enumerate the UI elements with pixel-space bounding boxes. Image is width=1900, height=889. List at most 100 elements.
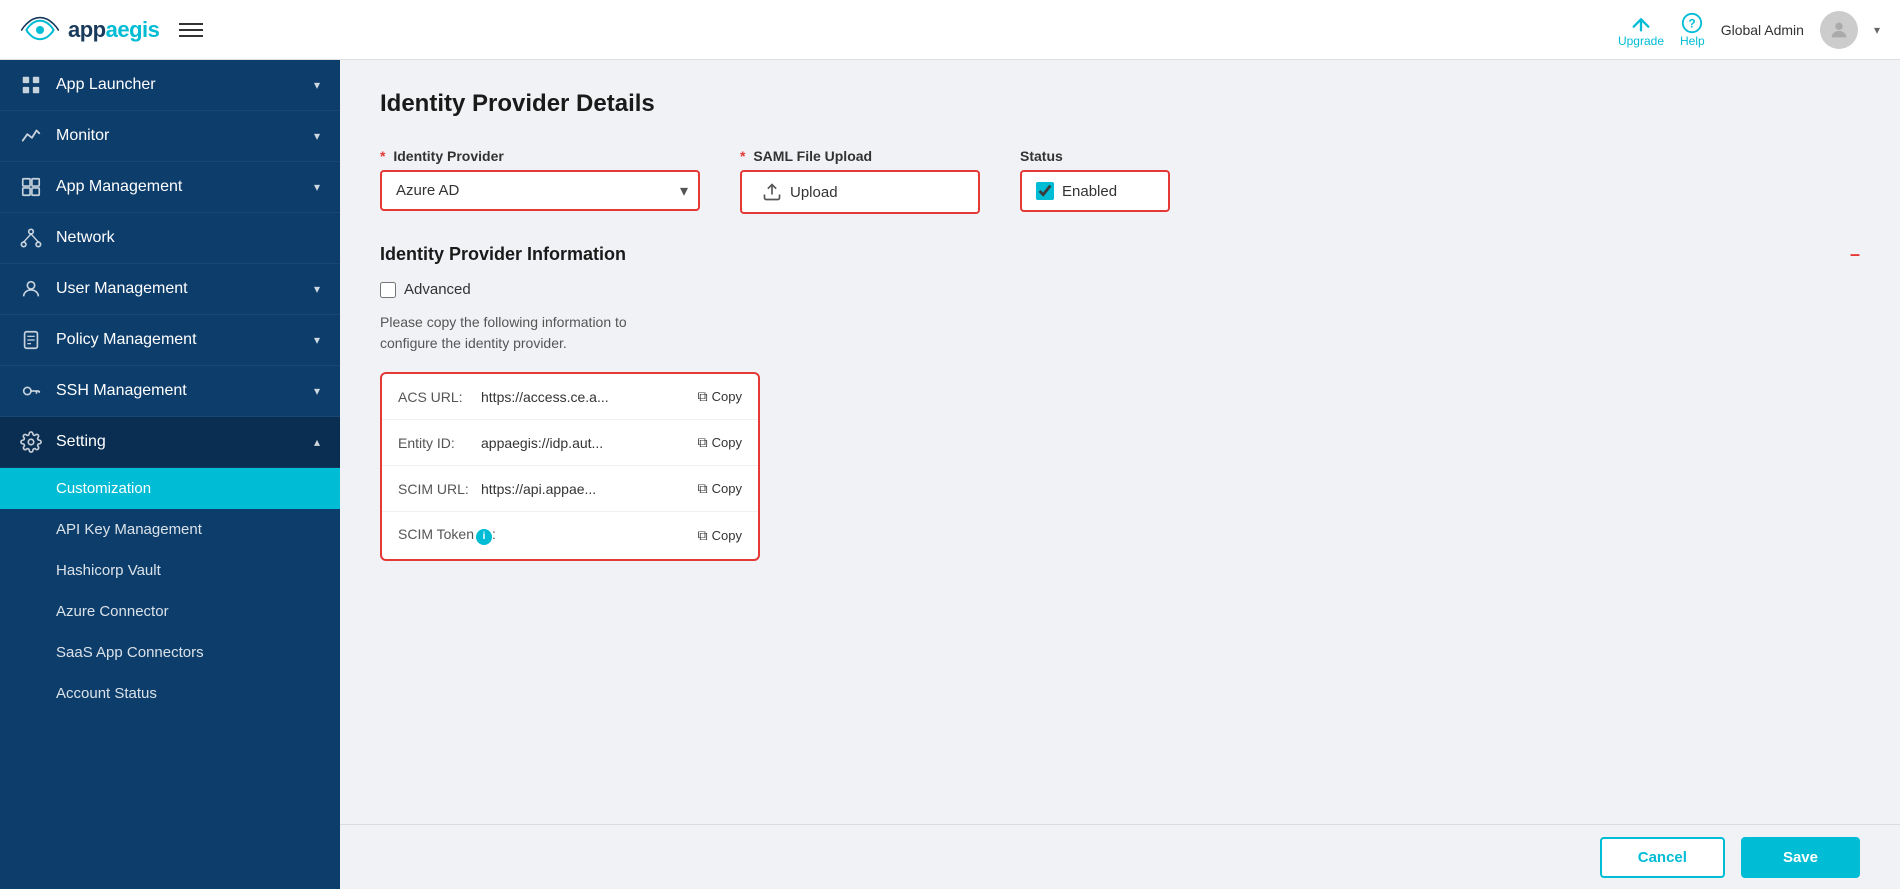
sidebar-label-network: Network bbox=[56, 229, 115, 247]
info-section: Identity Provider Information – Advanced… bbox=[380, 244, 1860, 561]
network-icon bbox=[20, 227, 42, 249]
logo: appaegis bbox=[20, 16, 159, 44]
chevron-icon-ssh-management: ▾ bbox=[314, 384, 320, 398]
header-left: appaegis bbox=[20, 16, 203, 44]
sidebar-sub-item-saas-app-connectors[interactable]: SaaS App Connectors bbox=[0, 632, 340, 673]
copy-icon-entity: ⧉ bbox=[698, 434, 708, 451]
copy-icon-scim-url: ⧉ bbox=[698, 480, 708, 497]
help-button[interactable]: ? Help bbox=[1680, 12, 1705, 48]
status-field: Status Enabled bbox=[1020, 148, 1170, 212]
acs-url-value: https://access.ce.a... bbox=[481, 389, 690, 405]
copy-icon-acs: ⧉ bbox=[698, 388, 708, 405]
sidebar-label-policy-management: Policy Management bbox=[56, 331, 197, 349]
status-checkbox[interactable] bbox=[1036, 182, 1054, 200]
saml-file-upload-label: * SAML File Upload bbox=[740, 148, 980, 164]
acs-url-row: ACS URL: https://access.ce.a... ⧉ Copy bbox=[382, 374, 758, 420]
scim-token-copy-button[interactable]: ⧉ Copy bbox=[698, 527, 742, 544]
sidebar-sub-item-api-key-management[interactable]: API Key Management bbox=[0, 509, 340, 550]
sidebar-item-ssh-management[interactable]: SSH Management ▾ bbox=[0, 366, 340, 417]
avatar-icon bbox=[1828, 19, 1850, 41]
scim-token-row: SCIM Tokeni: ⧉ Copy bbox=[382, 512, 758, 559]
avatar[interactable] bbox=[1820, 11, 1858, 49]
sidebar-sub-item-customization[interactable]: Customization bbox=[0, 468, 340, 509]
header: appaegis Upgrade ? Help Global Admin bbox=[0, 0, 1900, 60]
identity-provider-select-wrapper: Azure AD Okta OneLogin Google ▾ bbox=[380, 170, 700, 211]
account-chevron[interactable]: ▾ bbox=[1874, 23, 1880, 37]
sidebar-label-monitor: Monitor bbox=[56, 127, 109, 145]
advanced-row: Advanced bbox=[380, 281, 1860, 298]
header-right: Upgrade ? Help Global Admin ▾ bbox=[1618, 11, 1880, 49]
logo-text: appaegis bbox=[68, 17, 159, 43]
scim-token-info-icon: i bbox=[476, 529, 492, 545]
entity-id-copy-button[interactable]: ⧉ Copy bbox=[698, 434, 742, 451]
form-row-1: * Identity Provider Azure AD Okta OneLog… bbox=[380, 148, 1860, 214]
main-content: Identity Provider Details * Identity Pro… bbox=[340, 60, 1900, 824]
sidebar-item-setting[interactable]: Setting ▴ bbox=[0, 417, 340, 468]
cancel-button[interactable]: Cancel bbox=[1600, 837, 1725, 878]
page-title: Identity Provider Details bbox=[380, 90, 1860, 118]
global-admin-text: Global Admin bbox=[1721, 22, 1804, 38]
upload-button[interactable]: Upload bbox=[740, 170, 980, 214]
entity-id-key: Entity ID: bbox=[398, 435, 473, 451]
chart-icon bbox=[20, 125, 42, 147]
sidebar-label-app-management: App Management bbox=[56, 178, 182, 196]
saml-file-upload-field: * SAML File Upload Upload bbox=[740, 148, 980, 214]
identity-provider-select[interactable]: Azure AD Okta OneLogin Google bbox=[380, 170, 700, 211]
upload-icon bbox=[762, 182, 782, 202]
sidebar: App Launcher ▾ Monitor ▾ bbox=[0, 60, 340, 889]
grid-icon bbox=[20, 74, 42, 96]
sidebar-item-app-launcher[interactable]: App Launcher ▾ bbox=[0, 60, 340, 111]
sidebar-item-monitor[interactable]: Monitor ▾ bbox=[0, 111, 340, 162]
form-section: * Identity Provider Azure AD Okta OneLog… bbox=[380, 148, 1860, 561]
main-layout: App Launcher ▾ Monitor ▾ bbox=[0, 60, 1900, 889]
sidebar-sub-item-hashicorp-vault[interactable]: Hashicorp Vault bbox=[0, 550, 340, 591]
chevron-icon-setting: ▴ bbox=[314, 435, 320, 449]
logo-accent: aegis bbox=[106, 17, 160, 42]
sidebar-sub-item-azure-connector[interactable]: Azure Connector bbox=[0, 591, 340, 632]
scim-url-copy-button[interactable]: ⧉ Copy bbox=[698, 480, 742, 497]
upgrade-button[interactable]: Upgrade bbox=[1618, 12, 1664, 48]
scim-url-key: SCIM URL: bbox=[398, 481, 473, 497]
sidebar-label-ssh-management: SSH Management bbox=[56, 382, 187, 400]
scim-token-key: SCIM Tokeni: bbox=[398, 526, 496, 545]
user-icon bbox=[20, 278, 42, 300]
status-label: Status bbox=[1020, 148, 1170, 164]
sidebar-item-policy-management[interactable]: Policy Management ▾ bbox=[0, 315, 340, 366]
advanced-checkbox[interactable] bbox=[380, 282, 396, 298]
entity-id-value: appaegis://idp.aut... bbox=[481, 435, 690, 451]
save-button[interactable]: Save bbox=[1741, 837, 1860, 878]
sidebar-sub-item-account-status[interactable]: Account Status bbox=[0, 673, 340, 714]
sidebar-item-app-management[interactable]: App Management ▾ bbox=[0, 162, 340, 213]
chevron-icon-user-management: ▾ bbox=[314, 282, 320, 296]
gear-icon bbox=[20, 431, 42, 453]
sidebar-label-app-launcher: App Launcher bbox=[56, 76, 156, 94]
sidebar-item-user-management[interactable]: User Management ▾ bbox=[0, 264, 340, 315]
scim-url-row: SCIM URL: https://api.appae... ⧉ Copy bbox=[382, 466, 758, 512]
copy-icon-scim-token: ⧉ bbox=[698, 527, 708, 544]
hamburger-menu[interactable] bbox=[179, 23, 203, 37]
chevron-icon-policy-management: ▾ bbox=[314, 333, 320, 347]
identity-provider-label: * Identity Provider bbox=[380, 148, 700, 164]
help-label: Help bbox=[1680, 34, 1705, 48]
key-icon bbox=[20, 380, 42, 402]
status-checkbox-row: Enabled bbox=[1020, 170, 1170, 212]
url-table: ACS URL: https://access.ce.a... ⧉ Copy E… bbox=[380, 372, 760, 561]
sidebar-item-network[interactable]: Network bbox=[0, 213, 340, 264]
policy-icon bbox=[20, 329, 42, 351]
upgrade-icon bbox=[1630, 12, 1652, 34]
apps-icon bbox=[20, 176, 42, 198]
sidebar-label-user-management: User Management bbox=[56, 280, 188, 298]
scim-url-value: https://api.appae... bbox=[481, 481, 690, 497]
advanced-label: Advanced bbox=[404, 281, 471, 298]
sidebar-label-setting: Setting bbox=[56, 433, 106, 451]
info-description: Please copy the following information to… bbox=[380, 312, 1860, 354]
footer: Cancel Save bbox=[340, 824, 1900, 889]
entity-id-row: Entity ID: appaegis://idp.aut... ⧉ Copy bbox=[382, 420, 758, 466]
chevron-icon-app-management: ▾ bbox=[314, 180, 320, 194]
info-header: Identity Provider Information – bbox=[380, 244, 1860, 265]
upgrade-label: Upgrade bbox=[1618, 34, 1664, 48]
logo-icon bbox=[20, 16, 60, 44]
collapse-button[interactable]: – bbox=[1850, 244, 1860, 265]
acs-url-copy-button[interactable]: ⧉ Copy bbox=[698, 388, 742, 405]
info-section-title: Identity Provider Information bbox=[380, 244, 626, 265]
